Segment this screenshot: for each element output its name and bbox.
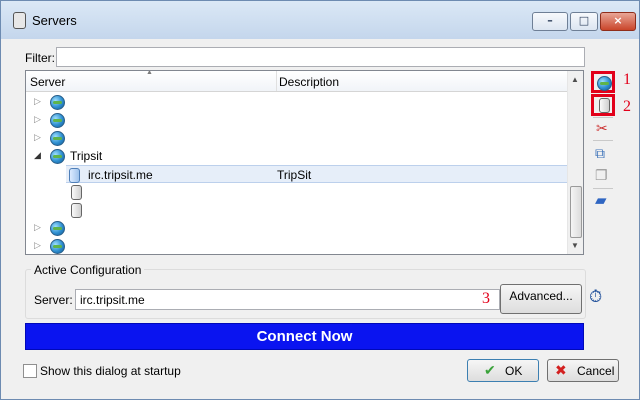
tree-row[interactable] xyxy=(26,201,570,219)
cut-button[interactable]: ✂ xyxy=(591,118,615,140)
server-icon xyxy=(71,203,82,218)
toolbar-divider xyxy=(593,140,613,141)
tree-row[interactable]: ▷ xyxy=(26,129,570,147)
ok-label: OK xyxy=(505,364,523,378)
active-configuration-title: Active Configuration xyxy=(31,263,145,277)
filter-label: Filter: xyxy=(25,51,55,65)
maximize-button[interactable]: □ xyxy=(570,12,598,31)
callout-2: 2 xyxy=(623,98,631,115)
server-tree[interactable]: ▲ Server Description ▷ ▷ ▷ ◢ Tripsit irc… xyxy=(25,70,584,255)
network-globe-icon xyxy=(50,239,65,254)
server-icon xyxy=(13,12,26,29)
add-server-button[interactable] xyxy=(591,94,615,116)
server-icon xyxy=(71,185,82,200)
expand-arrow-icon[interactable]: ▷ xyxy=(34,114,41,125)
tree-row[interactable]: ▷ xyxy=(26,111,570,129)
close-icon: × xyxy=(613,14,623,27)
connect-now-button[interactable]: Connect Now xyxy=(25,323,584,350)
servers-dialog: Servers – □ × Filter: ▲ Server Descripti… xyxy=(0,0,640,400)
scroll-up-icon[interactable]: ▲ xyxy=(571,75,579,84)
scroll-thumb[interactable] xyxy=(570,186,582,238)
callout-3: 3 xyxy=(482,290,490,307)
toolbar-divider xyxy=(593,188,613,189)
filter-input[interactable] xyxy=(56,47,585,67)
paste-button[interactable]: ❐ xyxy=(591,165,615,187)
network-globe-icon xyxy=(50,113,65,128)
add-server-icon xyxy=(599,98,610,113)
expand-arrow-icon[interactable]: ▷ xyxy=(34,240,41,251)
copy-button[interactable]: ⧉ xyxy=(591,143,615,165)
show-at-startup-checkbox[interactable] xyxy=(23,364,37,378)
server-input[interactable]: irc.tripsit.me xyxy=(75,289,500,310)
column-header-description[interactable]: Description xyxy=(279,75,339,89)
advanced-button[interactable]: Advanced... xyxy=(500,284,582,314)
window-title: Servers xyxy=(32,13,77,28)
column-header-server[interactable]: Server xyxy=(30,75,65,89)
server-icon xyxy=(69,168,80,183)
vertical-scrollbar[interactable]: ▲ ▼ xyxy=(567,71,583,254)
open-folder-button[interactable]: ▰ xyxy=(591,190,615,212)
network-globe-icon xyxy=(50,95,65,110)
network-name: Tripsit xyxy=(70,149,103,163)
scroll-down-icon[interactable]: ▼ xyxy=(571,241,579,250)
add-network-icon xyxy=(597,76,612,91)
tree-row[interactable] xyxy=(26,183,570,201)
tree-header: ▲ Server Description xyxy=(26,71,570,92)
collapse-arrow-icon[interactable]: ◢ xyxy=(34,150,41,161)
minimize-button[interactable]: – xyxy=(532,12,568,31)
title-bar: Servers – □ × xyxy=(1,1,639,39)
tree-row[interactable]: ▷ xyxy=(26,93,570,111)
maximize-icon: □ xyxy=(578,14,590,27)
sort-ascending-icon: ▲ xyxy=(146,70,153,76)
cancel-button[interactable]: ✖ Cancel xyxy=(547,359,619,382)
expand-arrow-icon[interactable]: ▷ xyxy=(34,222,41,233)
server-name: irc.tripsit.me xyxy=(88,168,153,182)
folder-icon: ▰ xyxy=(595,192,607,209)
checkmark-icon: ✔ xyxy=(484,362,496,378)
network-globe-icon xyxy=(50,131,65,146)
minimize-icon: – xyxy=(547,14,553,27)
add-network-button[interactable] xyxy=(591,71,615,93)
copy-icon: ⧉ xyxy=(595,145,605,161)
expand-arrow-icon[interactable]: ▷ xyxy=(34,132,41,143)
server-description: TripSit xyxy=(277,168,312,182)
column-divider[interactable] xyxy=(276,71,277,91)
ok-button[interactable]: ✔ OK xyxy=(467,359,539,382)
scissors-icon: ✂ xyxy=(596,120,608,136)
tree-row[interactable]: ▷ xyxy=(26,219,570,237)
paste-icon: ❐ xyxy=(595,167,608,183)
network-globe-icon xyxy=(50,221,65,236)
stopwatch-icon[interactable]: ⏱ xyxy=(589,287,602,307)
cancel-label: Cancel xyxy=(577,364,615,378)
expand-arrow-icon[interactable]: ▷ xyxy=(34,96,41,107)
tree-row-selected[interactable]: irc.tripsit.me TripSit xyxy=(66,165,568,183)
tree-row[interactable]: ▷ xyxy=(26,237,570,254)
show-at-startup-label[interactable]: Show this dialog at startup xyxy=(40,364,181,378)
network-globe-icon xyxy=(50,149,65,164)
callout-1: 1 xyxy=(623,71,631,88)
cancel-x-icon: ✖ xyxy=(555,362,567,378)
server-label: Server: xyxy=(34,293,73,307)
tree-row-tripsit[interactable]: ◢ Tripsit xyxy=(26,147,570,165)
close-button[interactable]: × xyxy=(600,12,636,31)
